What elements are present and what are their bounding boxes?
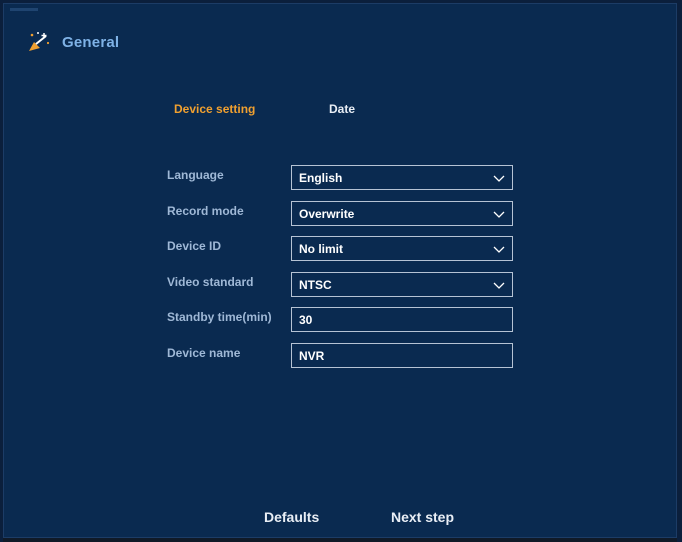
language-select[interactable]: English [291,165,513,190]
video-standard-label: Video standard [167,275,254,289]
device-name-row: Device name NVR [4,343,676,369]
standby-time-value: 30 [299,312,313,327]
defaults-button[interactable]: Defaults [264,509,319,525]
device-name-input[interactable]: NVR [291,343,513,368]
standby-time-input[interactable]: 30 [291,307,513,332]
page-title: General [62,33,120,51]
standby-time-label: Standby time(min) [167,310,272,324]
video-standard-row: Video standard NTSC [4,272,676,298]
chevron-down-icon [493,208,505,220]
wizard-window: General Device setting Date Language Eng… [3,3,677,538]
bottom-strip [3,538,677,542]
record-mode-label: Record mode [167,204,244,218]
page-header: General [26,30,119,54]
wizard-wand-icon [26,30,50,54]
window-corner-mark [10,8,38,11]
chevron-down-icon [493,172,505,184]
tab-date[interactable]: Date [329,102,355,116]
device-name-label: Device name [167,346,241,360]
language-label: Language [167,168,224,182]
tab-device-setting[interactable]: Device setting [174,102,255,116]
device-id-row: Device ID No limit [4,236,676,262]
video-standard-select[interactable]: NTSC [291,272,513,297]
language-value: English [299,170,343,185]
record-mode-select[interactable]: Overwrite [291,201,513,226]
record-mode-row: Record mode Overwrite [4,201,676,227]
record-mode-value: Overwrite [299,206,355,221]
standby-time-row: Standby time(min) 30 [4,307,676,333]
settings-tabs: Device setting Date [4,102,676,122]
device-id-value: No limit [299,241,343,256]
device-id-select[interactable]: No limit [291,236,513,261]
device-name-value: NVR [299,348,325,363]
next-step-button[interactable]: Next step [391,509,454,525]
language-row: Language English [4,165,676,191]
chevron-down-icon [493,279,505,291]
chevron-down-icon [493,243,505,255]
video-standard-value: NTSC [299,277,332,292]
device-id-label: Device ID [167,239,222,253]
